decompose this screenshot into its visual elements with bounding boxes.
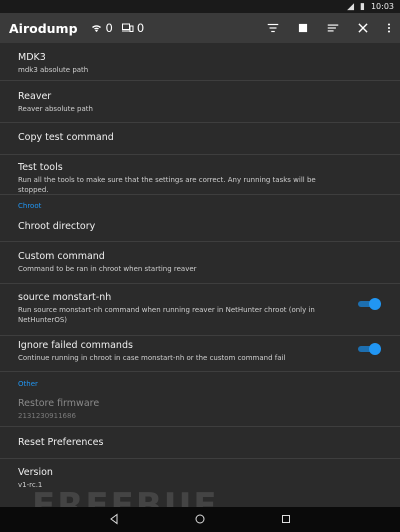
- recents-icon: [282, 515, 290, 523]
- signal-icon: ◢: [347, 1, 354, 12]
- device-counter: 0: [121, 21, 144, 35]
- section-header-other: Other: [18, 380, 38, 388]
- setting-summary: v1-rc.1: [18, 481, 43, 489]
- setting-reaver[interactable]: Reaver Reaver absolute path: [0, 81, 400, 123]
- setting-mdk3[interactable]: MDK3 mdk3 absolute path: [0, 43, 400, 81]
- navigation-bar: [0, 507, 400, 532]
- app-bar-actions: [258, 13, 400, 43]
- setting-title: Restore firmware: [18, 398, 100, 409]
- back-icon: [110, 513, 118, 525]
- setting-summary: 2131230911686: [18, 412, 76, 420]
- setting-title: Reset Preferences: [18, 437, 104, 448]
- setting-summary: mdk3 absolute path: [18, 66, 89, 74]
- stop-button[interactable]: [288, 13, 318, 43]
- devices-icon: [121, 23, 134, 32]
- filter-icon: [267, 23, 279, 33]
- setting-title: Ignore failed commands: [18, 340, 133, 351]
- close-icon: [358, 23, 368, 33]
- wifi-count: 0: [105, 21, 113, 35]
- section-header-chroot: Chroot: [18, 202, 42, 210]
- settings-list: MDK3 mdk3 absolute path Reaver Reaver ab…: [0, 43, 400, 507]
- setting-restore-firmware: Restore firmware 2131230911686: [0, 391, 400, 427]
- setting-ignore-failed-commands[interactable]: Ignore failed commands Continue running …: [0, 336, 400, 372]
- setting-summary: Continue running in chroot in case monst…: [18, 354, 286, 362]
- app-bar: Airodump 0 0: [0, 13, 400, 43]
- setting-summary: Reaver absolute path: [18, 105, 93, 113]
- sort-icon: [327, 24, 339, 32]
- status-bar: ◢ ▮ 10:03: [0, 0, 400, 13]
- recents-button[interactable]: [280, 510, 292, 529]
- overflow-menu-button[interactable]: [378, 13, 400, 43]
- setting-test-tools[interactable]: Test tools Run all the tools to make sur…: [0, 155, 400, 195]
- setting-title: Copy test command: [18, 132, 114, 143]
- setting-title: Chroot directory: [18, 221, 96, 232]
- filter-button[interactable]: [258, 13, 288, 43]
- setting-summary: Command to be ran in chroot when startin…: [18, 265, 197, 273]
- setting-reset-preferences[interactable]: Reset Preferences: [0, 427, 400, 459]
- setting-title: Version: [18, 467, 53, 478]
- setting-title: MDK3: [18, 52, 46, 63]
- wifi-counter: 0: [90, 21, 113, 35]
- overflow-menu-icon: [387, 23, 391, 33]
- toggle-switch[interactable]: [358, 343, 381, 355]
- setting-custom-command[interactable]: Custom command Command to be ran in chro…: [0, 242, 400, 284]
- close-button[interactable]: [348, 13, 378, 43]
- setting-title: Reaver: [18, 91, 52, 102]
- app-title: Airodump: [9, 20, 78, 36]
- stop-icon: [298, 23, 308, 33]
- setting-title: Test tools: [18, 162, 63, 173]
- wifi-icon: [91, 25, 101, 32]
- status-time: 10:03: [370, 2, 394, 11]
- setting-summary: Run all the tools to make sure that the …: [18, 176, 316, 194]
- device-count: 0: [136, 21, 145, 35]
- setting-copy-test-command[interactable]: Copy test command: [0, 123, 400, 155]
- setting-version[interactable]: Version v1-rc.1: [0, 459, 400, 499]
- home-icon: [195, 514, 205, 524]
- battery-icon: ▮: [359, 1, 365, 12]
- setting-summary: Run source monstart-nh command when runn…: [18, 306, 315, 324]
- setting-source-monstart-nh[interactable]: source monstart-nh Run source monstart-n…: [0, 284, 400, 336]
- setting-title: source monstart-nh: [18, 292, 112, 303]
- setting-chroot-directory[interactable]: Chroot directory: [0, 213, 400, 242]
- sort-button[interactable]: [318, 13, 348, 43]
- back-button[interactable]: [108, 510, 120, 529]
- home-button[interactable]: [194, 510, 206, 529]
- toggle-switch[interactable]: [358, 298, 381, 310]
- setting-title: Custom command: [18, 251, 105, 262]
